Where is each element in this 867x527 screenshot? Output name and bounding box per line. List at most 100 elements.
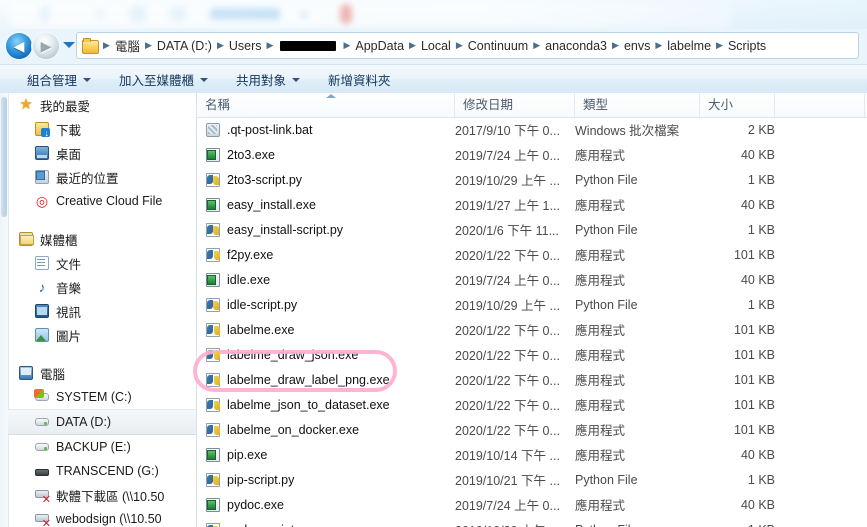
table-row[interactable]: easy_install-script.py 2020/1/6 下午 11... P… <box>197 217 867 242</box>
table-row[interactable]: pip-script.py 2019/10/21 下午 ... Python Fil… <box>197 467 867 492</box>
column-header-filler[interactable] <box>775 93 865 117</box>
file-date-cell: 2019/7/24 上午 0... <box>455 499 560 513</box>
sidebar-item-music[interactable]: ♪ 音樂 <box>8 275 196 299</box>
back-button[interactable]: ◀ <box>6 33 32 59</box>
table-row[interactable]: labelme.exe 2020/1/22 下午 0... 應用程式 101 KB <box>197 317 867 342</box>
table-row[interactable]: pip.exe 2019/10/14 下午 ... 應用程式 40 KB <box>197 442 867 467</box>
creative-cloud-icon: ◎ <box>35 193 49 209</box>
new-folder-button[interactable]: 新增資料夾 <box>317 67 402 92</box>
table-row[interactable]: pydoc.exe 2019/7/24 上午 0... 應用程式 40 KB <box>197 492 867 517</box>
breadcrumb-item-9[interactable]: labelme <box>664 39 714 53</box>
breadcrumb-separator-icon[interactable]: ▶ <box>531 40 542 51</box>
file-type-cell: 應用程式 <box>575 399 626 413</box>
sidebar-item-system-c[interactable]: SYSTEM (C:) <box>8 385 196 409</box>
breadcrumb-separator-icon[interactable]: ▶ <box>653 40 664 51</box>
breadcrumb-separator-icon[interactable]: ▶ <box>407 40 418 51</box>
table-row[interactable]: idle-script.py 2019/10/29 上午 ... Python Fi… <box>197 292 867 317</box>
include-in-library-button[interactable]: 加入至媒體櫃 <box>108 67 219 92</box>
column-header-date-modified[interactable]: 修改日期 <box>455 93 575 117</box>
sidebar-item-recent-places[interactable]: 最近的位置 <box>8 165 196 189</box>
table-row[interactable]: idle.exe 2019/7/24 上午 0... 應用程式 40 KB <box>197 267 867 292</box>
explorer-window: ◀ ▶ ▶ 電腦 ▶ DATA (D:) ▶ Users ▶ ▶ AppData… <box>0 0 867 527</box>
breadcrumb-separator-icon[interactable]: ▶ <box>215 40 226 51</box>
chevron-down-icon <box>292 77 301 82</box>
organize-button[interactable]: 組合管理 <box>16 67 102 92</box>
python-exe-icon <box>205 247 221 263</box>
breadcrumb-item-6[interactable]: Continuum <box>465 39 531 53</box>
recent-places-label: 最近的位置 <box>56 171 119 186</box>
file-type-cell: 應用程式 <box>575 449 626 463</box>
file-name-label: labelme.exe <box>227 322 295 337</box>
sort-ascending-icon <box>325 94 336 98</box>
recent-pages-dropdown-icon[interactable] <box>63 42 75 48</box>
file-date-cell: 2020/1/22 下午 0... <box>455 424 560 438</box>
file-type-cell: 應用程式 <box>575 374 626 388</box>
sidebar-item-creative-cloud[interactable]: ◎ Creative Cloud File <box>8 189 196 213</box>
column-header-name[interactable]: 名稱 <box>197 93 455 117</box>
sidebar-item-downloads[interactable]: 下載 <box>8 117 196 141</box>
file-name-cell: labelme_json_to_dataset.exe <box>197 397 455 413</box>
sidebar-group-libraries[interactable]: 媒體櫃 <box>8 227 196 251</box>
videos-label: 視訊 <box>56 305 82 320</box>
sidebar-item-desktop[interactable]: 桌面 <box>8 141 196 165</box>
breadcrumb-separator-icon[interactable]: ▶ <box>341 40 352 51</box>
file-size-cell: 1 KB <box>747 472 775 487</box>
breadcrumb-separator-icon[interactable]: ▶ <box>454 40 465 51</box>
breadcrumb-item-0[interactable]: 電腦 <box>112 36 143 55</box>
table-row[interactable]: 2to3.exe 2019/7/24 上午 0... 應用程式 40 KB <box>197 142 867 167</box>
back-arrow-icon: ◀ <box>13 38 25 54</box>
breadcrumb-item-3-redacted[interactable] <box>275 39 341 53</box>
breadcrumb-item-2[interactable]: Users <box>226 39 265 53</box>
file-type-cell: Python File <box>575 222 638 237</box>
table-row[interactable]: labelme_draw_label_png.exe 2020/1/22 下午 0… <box>197 367 867 392</box>
sidebar-item-data-d[interactable]: DATA (D:) <box>8 409 196 435</box>
breadcrumb-item-10[interactable]: Scripts <box>725 39 769 53</box>
table-row[interactable]: f2py.exe 2020/1/22 下午 0... 應用程式 101 KB <box>197 242 867 267</box>
file-name-label: pydoc.exe <box>227 497 284 512</box>
sidebar-item-backup-e[interactable]: BACKUP (E:) <box>8 435 196 459</box>
breadcrumb-item-1[interactable]: DATA (D:) <box>154 39 215 53</box>
table-row[interactable]: labelme_draw_json.exe 2020/1/22 下午 0... 應用… <box>197 342 867 367</box>
sidebar-item-documents[interactable]: 文件 <box>8 251 196 275</box>
sidebar-item-pictures[interactable]: 圖片 <box>8 323 196 347</box>
network-share-1-label: 軟體下載區 (\\10.50 <box>56 489 165 504</box>
breadcrumb-item-4[interactable]: AppData <box>352 39 407 53</box>
table-row[interactable]: 2to3-script.py 2019/10/29 上午 ... Python Fi… <box>197 167 867 192</box>
table-row[interactable]: easy_install.exe 2019/1/27 上午 1... 應用程式 40 … <box>197 192 867 217</box>
sidebar-group-computer[interactable]: 電腦 <box>8 361 196 385</box>
address-bar[interactable]: ▶ 電腦 ▶ DATA (D:) ▶ Users ▶ ▶ AppData ▶ L… <box>76 32 859 59</box>
breadcrumb-separator-icon[interactable]: ▶ <box>610 40 621 51</box>
breadcrumb-item-5[interactable]: Local <box>418 39 454 53</box>
column-header-type[interactable]: 類型 <box>575 93 700 117</box>
forward-button[interactable]: ▶ <box>33 33 59 59</box>
python-file-icon <box>205 522 221 527</box>
sidebar-group-favorites[interactable]: ★ 我的最愛 <box>8 93 196 117</box>
sidebar-item-network-share-1[interactable]: 軟體下載區 (\\10.50 <box>8 483 196 507</box>
file-name-cell: f2py.exe <box>197 247 455 263</box>
file-name-label: pip.exe <box>227 447 268 462</box>
file-date-cell: 2019/10/21 下午 ... <box>455 474 560 488</box>
table-row[interactable]: pydoc-script.py 2019/10/29 上午 ...Python F… <box>197 517 867 527</box>
scrollbar-thumb[interactable] <box>1 97 7 217</box>
breadcrumb-separator-icon[interactable]: ▶ <box>143 40 154 51</box>
file-name-cell: pydoc.exe <box>197 497 455 513</box>
sidebar-item-transcend-g[interactable]: TRANSCEND (G:) <box>8 459 196 483</box>
exe-file-icon <box>205 197 221 213</box>
breadcrumb-item-8[interactable]: envs <box>621 39 653 53</box>
breadcrumb-separator-icon[interactable]: ▶ <box>101 40 112 51</box>
exe-file-icon <box>205 147 221 163</box>
breadcrumb-separator-icon[interactable]: ▶ <box>265 40 276 51</box>
share-with-button[interactable]: 共用對象 <box>225 67 311 92</box>
breadcrumb-item-7[interactable]: anaconda3 <box>542 39 610 53</box>
sidebar-item-videos[interactable]: 視訊 <box>8 299 196 323</box>
navigation-pane: ★ 我的最愛 下載 桌面 最近的位置 ◎ Creative Cloud <box>0 93 197 527</box>
breadcrumb-separator-icon[interactable]: ▶ <box>714 40 725 51</box>
file-date-cell: 2019/10/29 上午 ... <box>455 299 560 313</box>
table-row[interactable]: labelme_json_to_dataset.exe 2020/1/22 下午 … <box>197 392 867 417</box>
video-icon <box>34 303 50 319</box>
python-file-icon <box>205 472 221 488</box>
sidebar-item-network-share-2[interactable]: webodsign (\\10.50 <box>8 507 196 527</box>
table-row[interactable]: labelme_on_docker.exe 2020/1/22 下午 0... 應用… <box>197 417 867 442</box>
table-row[interactable]: .qt-post-link.bat 2017/9/10 下午 0... Window… <box>197 117 867 142</box>
column-header-size[interactable]: 大小 <box>700 93 775 117</box>
